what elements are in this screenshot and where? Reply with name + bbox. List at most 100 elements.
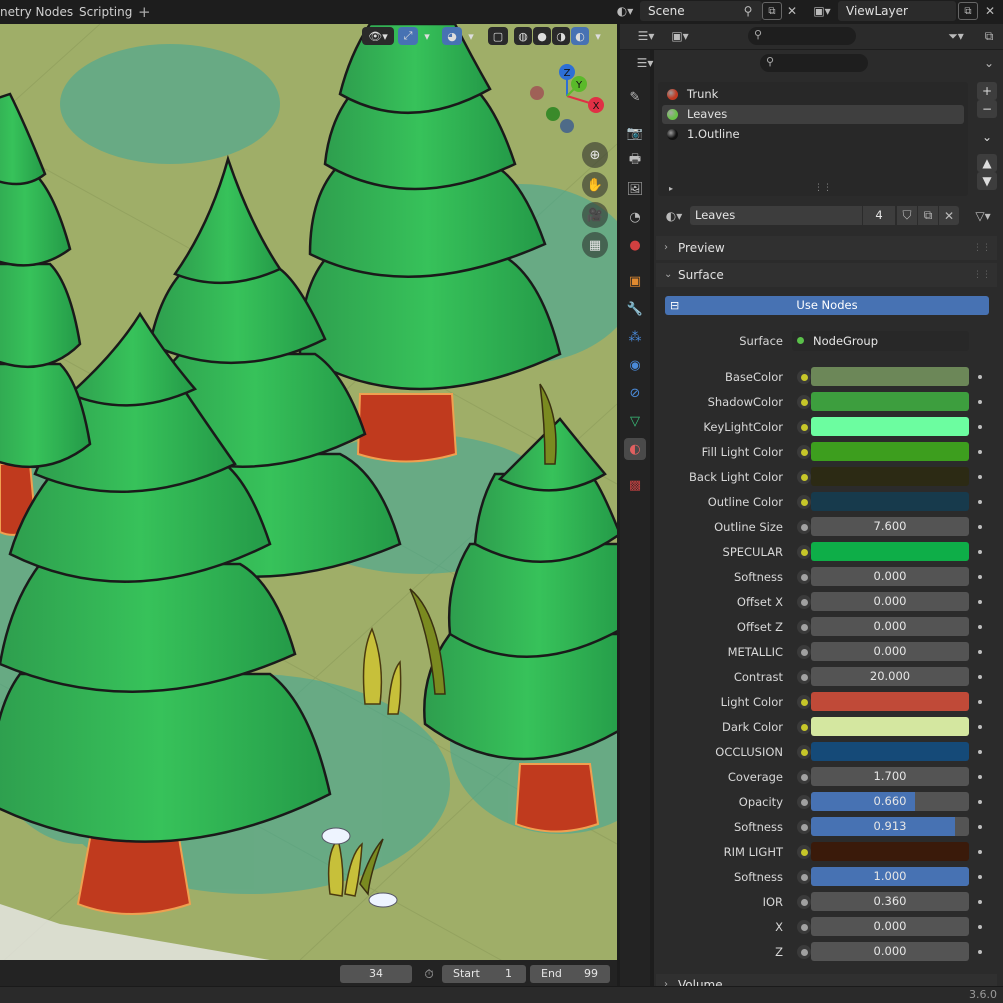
visibility-toggle-icon[interactable]: 👁▾ [362,27,394,45]
input-socket-icon[interactable] [797,645,811,659]
input-socket-icon[interactable] [797,370,811,384]
gizmo-toggle-icon[interactable]: ⤢ [398,27,418,45]
editor-type-icon[interactable]: ☰▾ [632,27,660,45]
start-frame-field[interactable]: Start 1 [442,965,526,983]
input-socket-icon[interactable] [797,695,811,709]
input-socket-icon[interactable] [797,445,811,459]
new-scene-icon[interactable]: ⧉ [762,2,782,20]
unlink-material-icon[interactable]: ✕ [939,206,959,225]
color-swatch[interactable] [811,442,969,461]
input-socket-icon[interactable] [797,795,811,809]
input-socket-icon[interactable] [797,545,811,559]
input-socket-icon[interactable] [797,495,811,509]
render-tab-icon[interactable]: 📷 [624,122,646,144]
keyframe-dot-icon[interactable] [978,525,982,529]
input-socket-icon[interactable] [797,945,811,959]
physics-tab-icon[interactable]: ◉ [624,354,646,376]
value-field[interactable]: 0.000 [811,592,969,611]
workspace-tab-geometry-nodes[interactable]: netry Nodes [0,0,73,24]
close-view-layer-icon[interactable]: ✕ [982,2,998,20]
remove-slot-button[interactable]: − [977,100,997,118]
surface-panel-header[interactable]: ⌄ Surface ⋮⋮ [656,263,997,287]
material-shading-icon[interactable]: ◑ [552,27,570,45]
output-tab-icon[interactable]: 🖶 [624,150,646,172]
pan-hand-icon[interactable]: ✋ [582,172,608,198]
tool-tab-icon[interactable]: ✎ [624,86,646,108]
input-socket-icon[interactable] [797,895,811,909]
navigation-gizmo[interactable]: Z X Y [525,62,610,140]
zoom-icon[interactable]: ⊕ [582,142,608,168]
value-field[interactable]: 0.000 [811,942,969,961]
keyframe-dot-icon[interactable] [978,850,982,854]
stopwatch-icon[interactable]: ⏱ [420,965,438,983]
keyframe-dot-icon[interactable] [978,650,982,654]
keyframe-dot-icon[interactable] [978,475,982,479]
rendered-shading-icon[interactable]: ◐ [571,27,589,45]
new-view-layer-icon[interactable]: ⧉ [958,2,978,20]
keyframe-dot-icon[interactable] [978,400,982,404]
value-field[interactable]: 1.700 [811,767,969,786]
keyframe-dot-icon[interactable] [978,575,982,579]
expand-arrow-icon[interactable]: ▸ [666,183,676,193]
gizmo-dropdown-icon[interactable]: ▾ [420,27,434,45]
keyframe-dot-icon[interactable] [978,425,982,429]
input-socket-icon[interactable] [797,745,811,759]
material-name-field[interactable]: Leaves [690,206,862,225]
move-slot-down-button[interactable]: ▼ [977,172,997,190]
close-scene-icon[interactable]: ✕ [784,2,800,20]
input-socket-icon[interactable] [797,820,811,834]
color-swatch[interactable] [811,717,969,736]
color-swatch[interactable] [811,467,969,486]
keyframe-dot-icon[interactable] [978,950,982,954]
value-slider[interactable]: 1.000 [811,867,969,886]
use-nodes-button[interactable]: ⊟ Use Nodes [665,296,989,315]
keyframe-dot-icon[interactable] [978,875,982,879]
object-tab-icon[interactable]: ▣ [624,270,646,292]
keyframe-dot-icon[interactable] [978,675,982,679]
overlay-toggle-icon[interactable]: ◕ [442,27,462,45]
value-field[interactable]: 0.000 [811,917,969,936]
keyframe-dot-icon[interactable] [978,550,982,554]
texture-tab-icon[interactable]: ▩ [624,474,646,496]
view-layer-tab-icon[interactable]: 🖼 [624,178,646,200]
input-socket-icon[interactable] [797,395,811,409]
value-field[interactable]: 7.600 [811,517,969,536]
value-slider[interactable]: 0.913 [811,817,969,836]
input-socket-icon[interactable] [797,720,811,734]
scene-tab-icon[interactable]: ◔ [624,206,646,228]
particles-tab-icon[interactable]: ⁂ [624,326,646,348]
keyframe-dot-icon[interactable] [978,500,982,504]
keyframe-dot-icon[interactable] [978,600,982,604]
material-browse-icon[interactable]: ◐▾ [660,206,688,225]
surface-node-selector[interactable]: NodeGroup [792,331,969,351]
material-slot-item[interactable]: Leaves [662,105,964,124]
properties-search-input[interactable]: ⚲ [760,54,868,72]
3d-viewport[interactable] [0,24,617,960]
scene-selector-icon[interactable]: ◐▾ [612,2,638,20]
display-mode-icon[interactable]: ▣▾ [666,27,694,45]
color-swatch[interactable] [811,842,969,861]
keyframe-dot-icon[interactable] [978,375,982,379]
input-socket-icon[interactable] [797,845,811,859]
value-field[interactable]: 0.000 [811,567,969,586]
value-field[interactable]: 20.000 [811,667,969,686]
modifier-tab-icon[interactable]: 🔧 [624,298,646,320]
ortho-grid-icon[interactable]: ▦ [582,232,608,258]
keyframe-dot-icon[interactable] [978,775,982,779]
slot-specials-icon[interactable]: ⌄ [977,128,997,146]
view-layer-selector-icon[interactable]: ▣▾ [808,2,836,20]
current-frame-field[interactable]: 34 [340,965,412,983]
input-socket-icon[interactable] [797,420,811,434]
duplicate-material-icon[interactable]: ⧉ [918,206,938,225]
keyframe-dot-icon[interactable] [978,450,982,454]
xray-toggle-icon[interactable]: ▢ [488,27,508,45]
link-mode-icon[interactable]: ▽▾ [968,206,998,225]
wireframe-shading-icon[interactable]: ◍ [514,27,532,45]
material-slot-item[interactable]: Trunk [662,85,964,104]
input-socket-icon[interactable] [797,595,811,609]
constraints-tab-icon[interactable]: ⊘ [624,382,646,404]
workspace-tab-scripting[interactable]: Scripting [79,0,132,24]
keyframe-dot-icon[interactable] [978,750,982,754]
value-slider[interactable]: 0.660 [811,792,969,811]
data-tab-icon[interactable]: ▽ [624,410,646,432]
